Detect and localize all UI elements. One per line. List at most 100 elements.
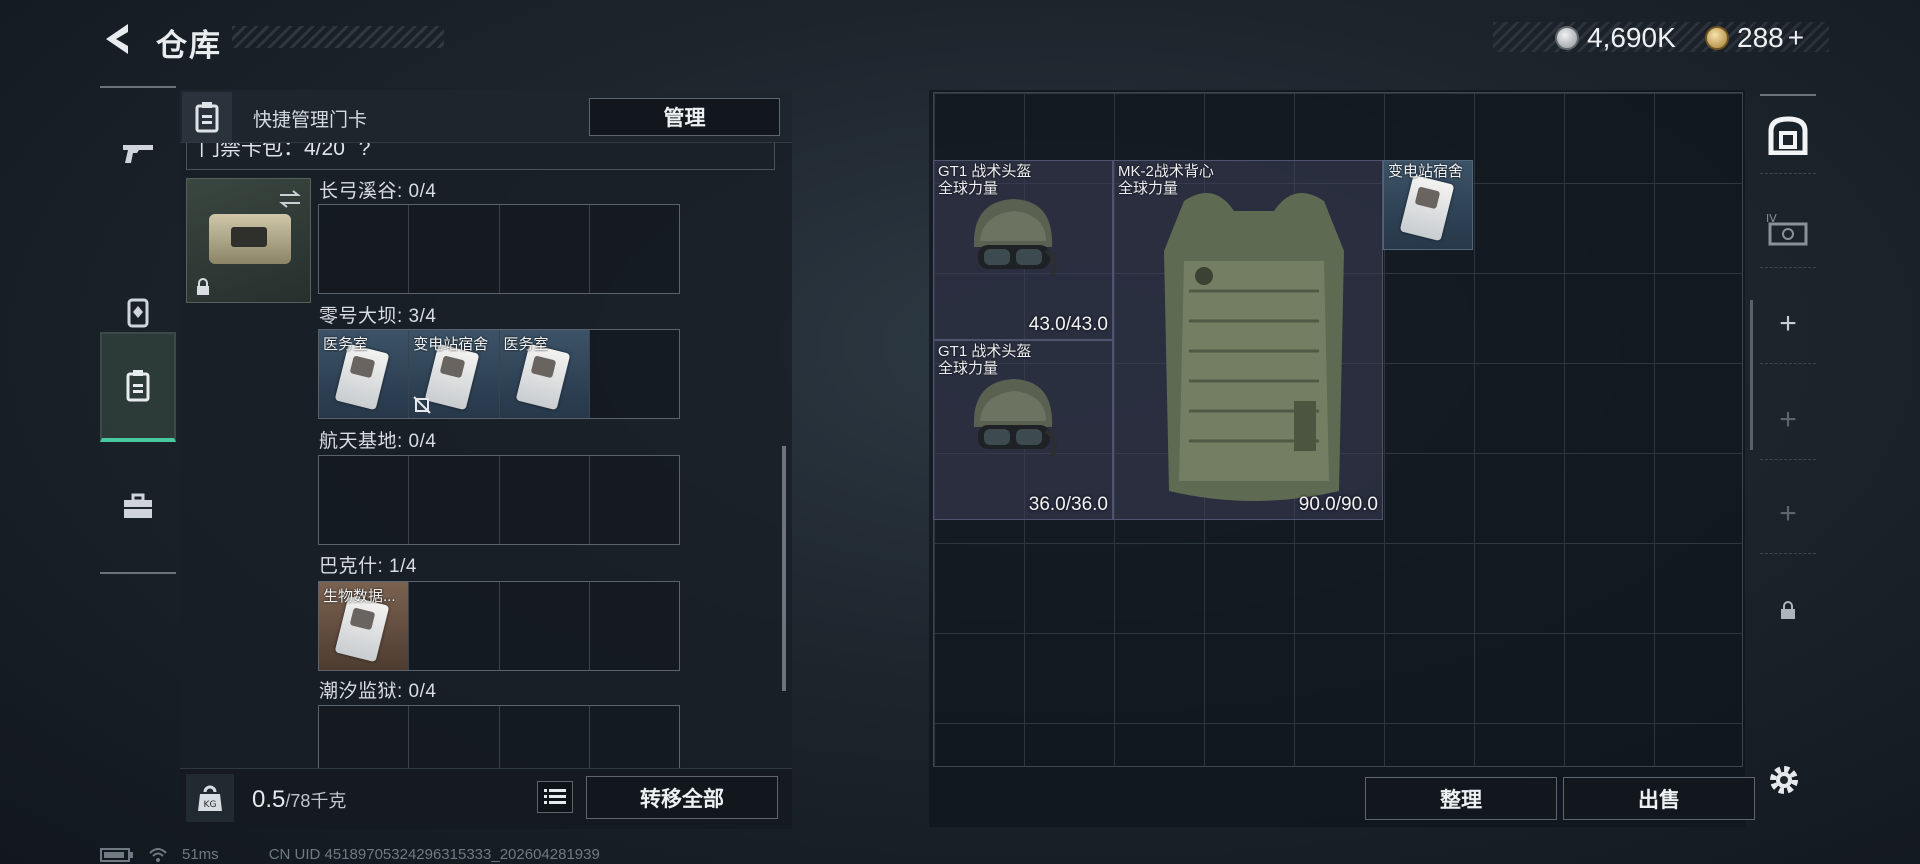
organize-button[interactable]: 整理 (1365, 777, 1557, 820)
keycard-scrollbar[interactable] (782, 446, 786, 691)
backpack-icon (1768, 115, 1808, 155)
swap-icon[interactable] (278, 189, 302, 209)
key-bag-slot[interactable] (186, 178, 311, 303)
empty-slot[interactable] (319, 706, 410, 768)
empty-slot[interactable] (590, 456, 679, 544)
category-nav (100, 86, 176, 574)
stash-tab-main[interactable] (1760, 94, 1816, 174)
key-bag-screen (231, 227, 267, 247)
empty-slot[interactable] (409, 582, 500, 670)
nav-keycards[interactable] (100, 332, 176, 442)
keycard-grid-dam: 医务室 变电站宿舍 医务室 (318, 329, 680, 419)
weight-icon-box: KG (186, 774, 234, 822)
empty-slot[interactable] (500, 582, 590, 670)
lock-icon (1781, 601, 1795, 619)
keycard-name: 生物数据... (323, 588, 396, 605)
svg-text:KG: KG (204, 800, 217, 810)
stash-item-vest[interactable]: MK-2战术背心 全球力量 90.0/90.0 (1113, 160, 1383, 520)
empty-slot[interactable] (319, 205, 410, 293)
section-label-prison: 潮汐监狱: 0/4 (319, 681, 437, 702)
stash-item-helmet[interactable]: GT1 战术头盔 全球力量 36.0/36.0 (933, 340, 1113, 520)
vest-image (1164, 193, 1344, 501)
item-name: 变电站宿舍 (1388, 163, 1464, 180)
stash-tab-locked[interactable] (1760, 570, 1816, 650)
back-arrow-icon (106, 24, 128, 54)
silver-coin-icon (1555, 26, 1579, 50)
keycard-name: 医务室 (323, 336, 369, 353)
keycard-slot[interactable]: 变电站宿舍 (409, 330, 500, 418)
empty-slot[interactable] (590, 205, 679, 293)
weapon-icon (123, 145, 153, 163)
transfer-all-button[interactable]: 转移全部 (586, 776, 778, 819)
quick-manage-icon-box (182, 92, 232, 142)
item-name: GT1 战术头盔 全球力量 (938, 343, 1032, 377)
empty-slot[interactable] (590, 706, 679, 768)
lock-icon (197, 278, 209, 295)
empty-slot[interactable] (409, 706, 500, 768)
item-durability: 90.0/90.0 (1298, 494, 1378, 515)
add-token-button[interactable]: + (1788, 22, 1804, 54)
weight-value: 0.5/78千克 (252, 786, 346, 814)
stash-tab-add-2[interactable]: + (1760, 380, 1816, 460)
keycard-name: 变电站宿舍 (413, 336, 489, 353)
keycard-grid-prison (318, 705, 680, 768)
empty-slot[interactable] (500, 205, 590, 293)
stash-item-keycard[interactable]: 变电站宿舍 (1383, 160, 1473, 250)
section-label-longbow: 长弓溪谷: 0/4 (319, 181, 437, 202)
help-icon[interactable]: ? (359, 142, 371, 160)
settings-button[interactable] (1766, 762, 1802, 803)
empty-slot[interactable] (319, 456, 410, 544)
weight-max: /78千克 (285, 791, 347, 811)
safe-box-icon: IV (1766, 212, 1808, 245)
keycard-image (1399, 174, 1455, 242)
empty-slot[interactable] (500, 706, 590, 768)
gold-coin-icon (1705, 26, 1729, 50)
weight-icon: KG (198, 785, 222, 811)
back-button[interactable] (100, 20, 134, 58)
keycard-slot[interactable]: 生物数据... (319, 582, 410, 670)
empty-slot[interactable] (409, 205, 500, 293)
nav-toolbox[interactable] (100, 464, 176, 548)
key-bag-header: 门禁卡包：4/20 ? (186, 142, 775, 170)
empty-slot[interactable] (590, 582, 679, 670)
item-name: MK-2战术背心 全球力量 (1118, 163, 1214, 197)
stash-tab-safe[interactable]: IV (1760, 188, 1816, 268)
empty-slot[interactable] (500, 456, 590, 544)
page-title: 仓库 (156, 28, 222, 63)
keycard-slot[interactable]: 医务室 (499, 330, 590, 418)
item-durability: 43.0/43.0 (1028, 314, 1108, 335)
stash-tab-add-3[interactable]: + (1760, 474, 1816, 554)
stash-tab-add-1[interactable]: + (1760, 284, 1816, 364)
helmet-image (973, 379, 1057, 458)
manage-button[interactable]: 管理 (589, 98, 780, 136)
empty-slot[interactable] (409, 456, 500, 544)
keycard-grid-bakhsh: 生物数据... (318, 581, 680, 671)
section-label-spacebase: 航天基地: 0/4 (319, 431, 437, 452)
list-view-button[interactable] (537, 781, 573, 813)
toolbox-icon (124, 493, 152, 518)
item-name: GT1 战术头盔 全球力量 (938, 163, 1032, 197)
keycard-grid-longbow (318, 204, 680, 294)
plus-icon: + (1779, 306, 1797, 340)
list-icon (544, 789, 566, 804)
token-display[interactable]: 288 + (1705, 22, 1804, 54)
nav-weapons[interactable] (100, 110, 176, 194)
settings-icon (1770, 766, 1798, 794)
key-bag-label: 门禁卡包：4/20 (199, 142, 345, 160)
section-label-dam: 零号大坝: 3/4 (319, 306, 437, 327)
empty-slot[interactable] (590, 330, 679, 418)
item-durability: 36.0/36.0 (1028, 494, 1108, 515)
unbound-icon (413, 396, 431, 414)
sell-button[interactable]: 出售 (1563, 777, 1755, 820)
weight-current: 0.5 (252, 786, 286, 813)
status-bar: 51ms CN UID 451897053242963153​33_202604… (100, 846, 600, 863)
gear-icon (127, 298, 149, 328)
quick-manage-label: 快捷管理门卡 (253, 110, 368, 131)
stash-item-helmet[interactable]: GT1 战术头盔 全球力量 43.0/43.0 (933, 160, 1113, 340)
keycard-slot[interactable]: 医务室 (319, 330, 410, 418)
money-display[interactable]: 4,690K (1555, 22, 1676, 54)
keycard-icon (195, 102, 219, 133)
keycard-icon (126, 370, 150, 402)
stash-scrollbar[interactable] (1750, 300, 1753, 450)
keycard-name: 医务室 (503, 336, 549, 353)
